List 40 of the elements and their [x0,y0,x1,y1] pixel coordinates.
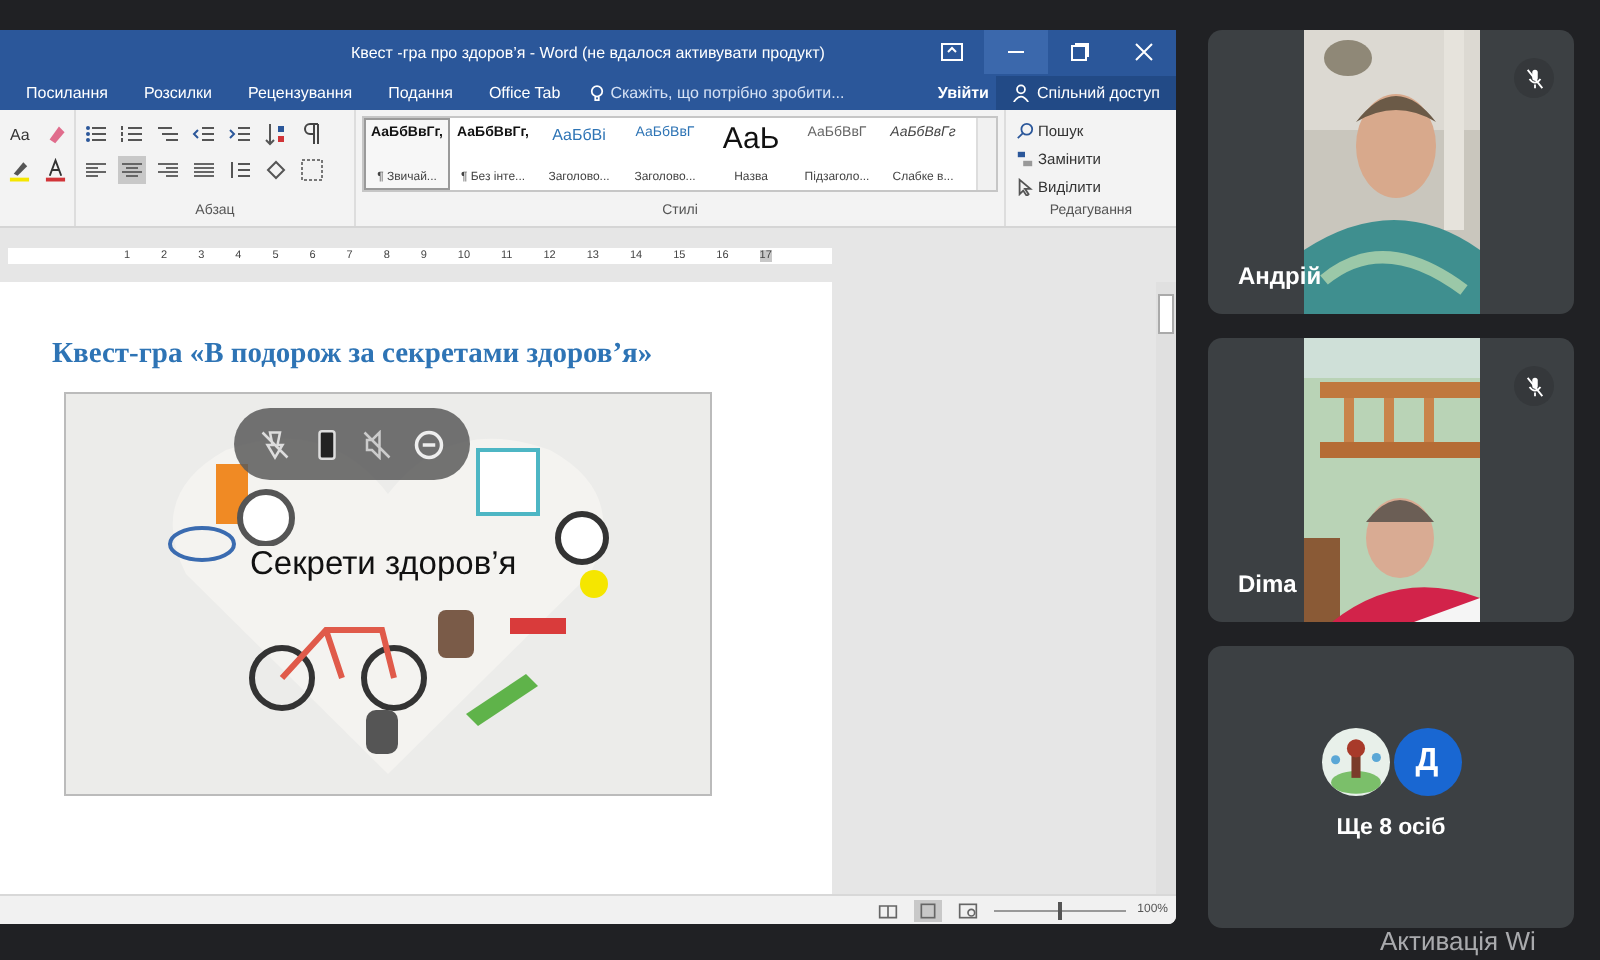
avatar: Д [1393,727,1461,795]
ribbon-tab[interactable]: Рецензування [229,79,371,105]
participant-name: Dima [1238,570,1297,598]
ribbon-tab[interactable]: Посилання [8,79,126,105]
mute-icon[interactable] [362,429,393,459]
share-button[interactable]: Спільний доступ [996,75,1176,109]
read-mode-icon[interactable] [873,899,902,921]
change-case-button[interactable]: Aa [6,125,34,143]
pin-off-icon[interactable] [260,429,291,459]
cursor-icon [1016,177,1034,195]
tell-me-field[interactable]: Скажіть, що потрібно зробити... [590,83,930,101]
bullet-list-icon[interactable] [82,120,110,148]
participant-name: Андрій [1238,262,1322,290]
sort-icon[interactable] [262,120,290,148]
document-heading: Квест-гра «В подорож за секретами здоров’я» [52,338,655,372]
more-people-label: Ще 8 осіб [1336,815,1446,839]
ribbon-tab[interactable]: Office Tab [470,79,579,105]
image-caption: Секрети здоров’я [246,546,521,584]
highlighter-icon[interactable] [6,156,33,184]
print-layout-icon[interactable] [913,899,942,921]
person-icon [1012,83,1031,101]
sign-in-link[interactable]: Увійти [929,79,997,105]
align-center-icon[interactable] [118,156,146,184]
activation-notice: Активація Wi [1380,926,1536,956]
web-layout-icon[interactable] [953,899,982,921]
shading-icon[interactable] [262,156,290,184]
replace-icon [1016,149,1034,167]
ribbon-tab[interactable]: Подання [370,79,471,105]
ribbon-tab[interactable]: Розсилки [125,79,230,105]
numbered-list-icon[interactable] [118,120,146,148]
remove-icon[interactable] [413,429,444,459]
window-title: Квест -гра про здоров’я - Word (не вдалося активувати продукт) [351,43,825,61]
more-participants-tile[interactable]: Д Ще 8 осіб [1208,646,1574,928]
lightbulb-icon [590,83,605,101]
font-color-icon[interactable] [41,156,68,184]
vertical-scrollbar[interactable] [1156,282,1176,894]
zoom-slider-thumb[interactable] [1057,901,1062,919]
search-icon [1016,121,1034,139]
borders-icon[interactable] [298,156,326,184]
line-spacing-icon[interactable] [226,156,254,184]
